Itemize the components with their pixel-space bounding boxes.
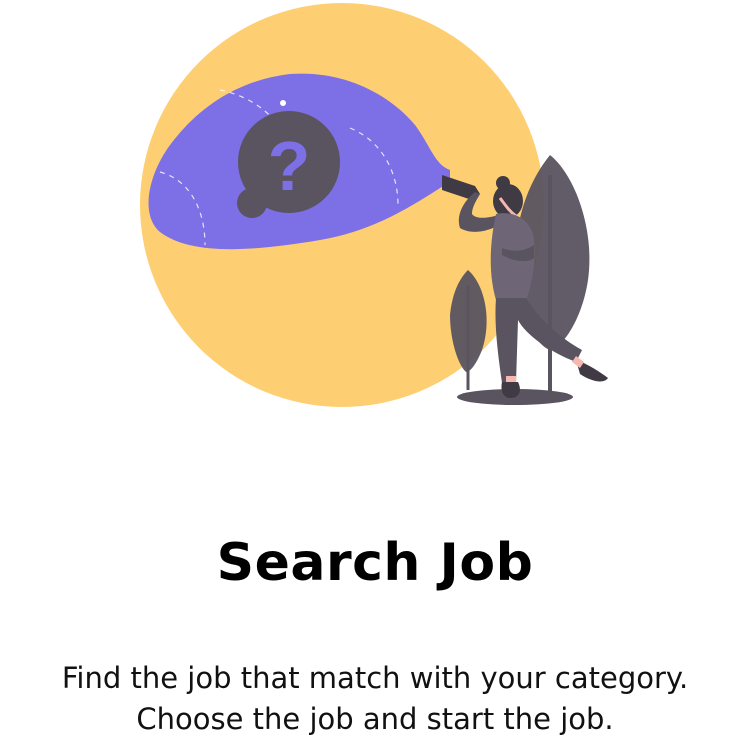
illustration-svg: ? [140, 3, 608, 407]
description-line-2: Choose the job and start the job. [136, 702, 614, 736]
svg-text:?: ? [268, 127, 311, 205]
beam-dot [280, 100, 286, 106]
onboarding-screen: ? Search Job Find the job that match wit… [0, 0, 750, 740]
page-title: Search Job [216, 533, 534, 593]
page-description: Find the job that match with your catego… [0, 658, 750, 740]
search-job-illustration: ? [130, 0, 620, 415]
description-line-1: Find the job that match with your catego… [61, 661, 689, 695]
